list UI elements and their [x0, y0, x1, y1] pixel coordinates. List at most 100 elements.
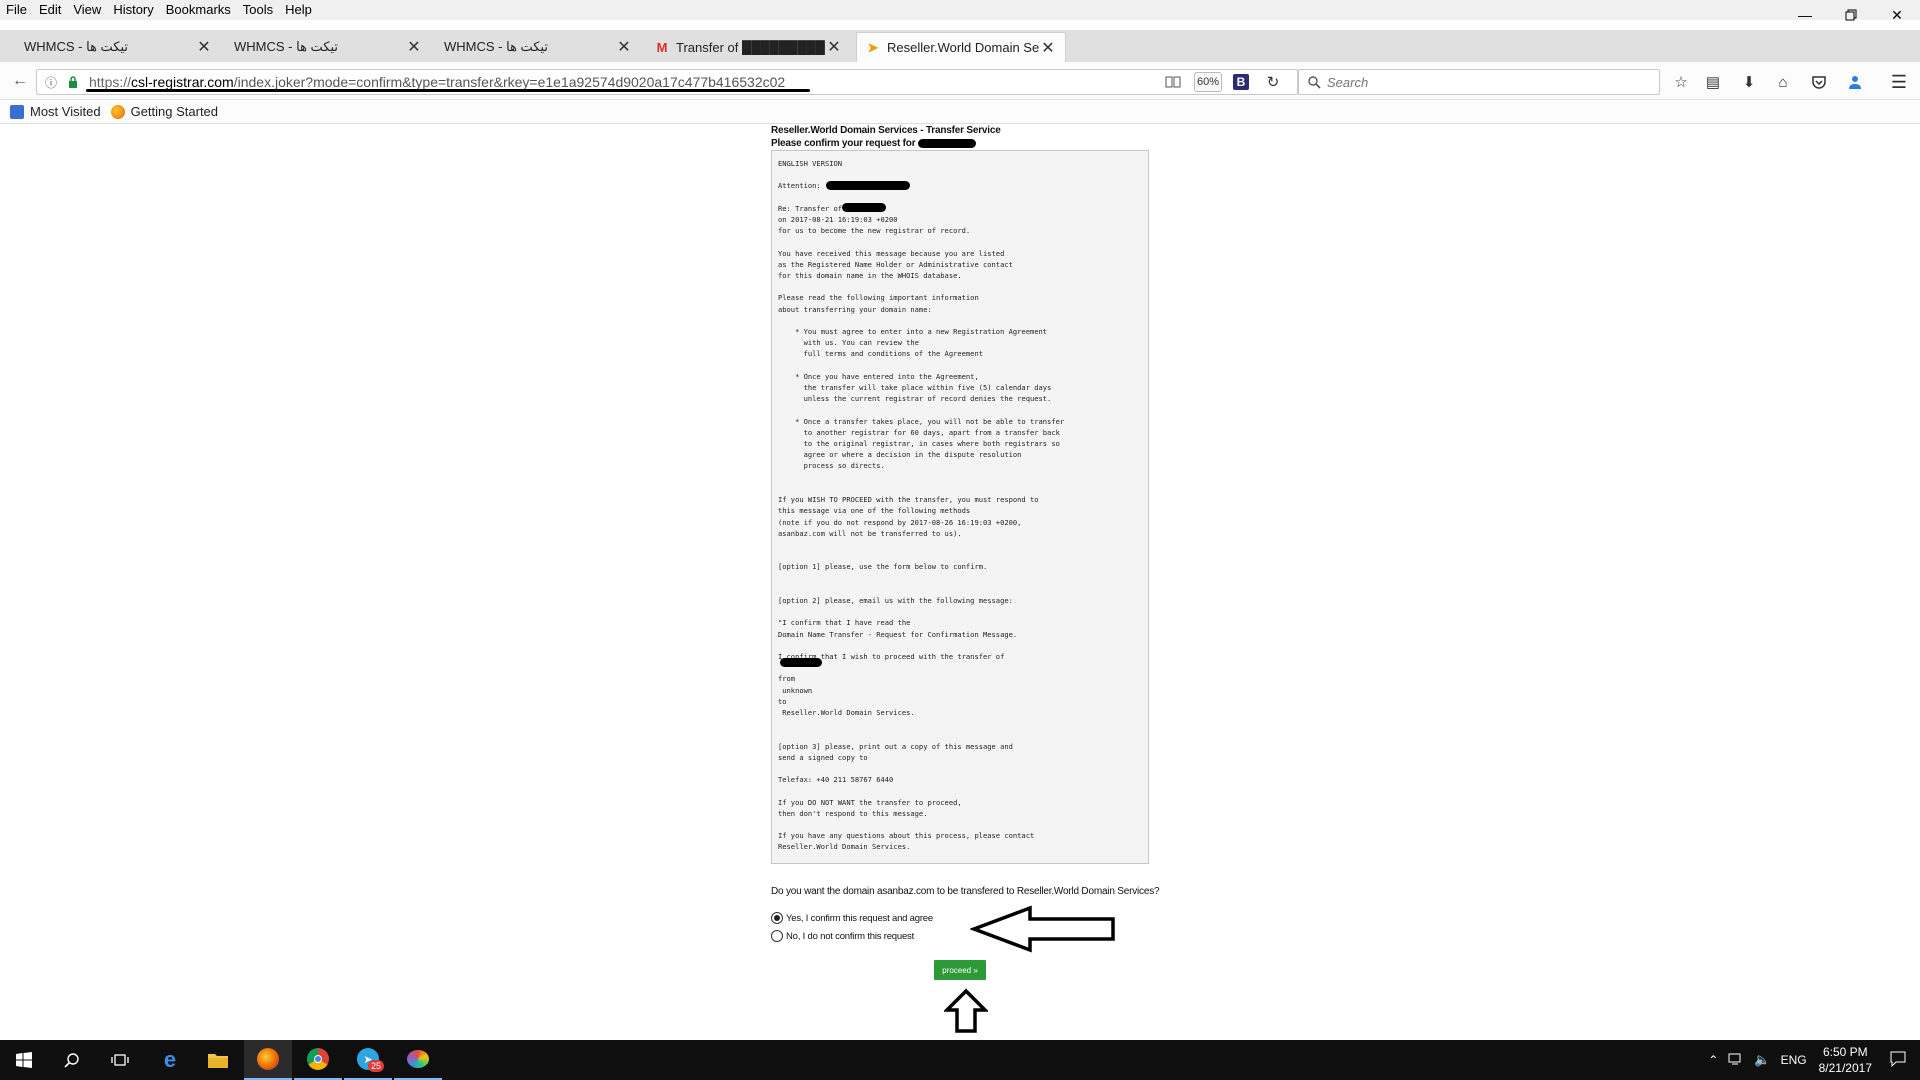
subtitle-text: Please confirm your request for: [771, 138, 916, 149]
close-icon[interactable]: ✕: [1039, 38, 1057, 58]
close-icon[interactable]: ✕: [405, 37, 423, 57]
menu-edit[interactable]: Edit: [33, 0, 67, 20]
bookmarks-menu-icon[interactable]: ▤: [1700, 69, 1726, 95]
tab-label: WHMCS - تیکت ها: [444, 39, 549, 54]
back-icon[interactable]: ←: [8, 69, 32, 93]
close-icon[interactable]: ✕: [825, 37, 843, 57]
menu-bookmarks[interactable]: Bookmarks: [160, 0, 237, 20]
bookmark-b-icon[interactable]: B: [1228, 69, 1254, 95]
search-icon: [1305, 73, 1323, 91]
task-view-icon[interactable]: [96, 1040, 144, 1080]
up-arrow-annotation: [944, 988, 988, 1033]
radio-no-button[interactable]: [771, 930, 783, 942]
tab-label: WHMCS - تیکت ها: [234, 39, 339, 54]
clock-time: 6:50 PM: [1822, 1045, 1868, 1059]
page-subtitle: Please confirm your request for: [771, 137, 1149, 150]
search-input[interactable]: [1327, 74, 1647, 90]
network-icon[interactable]: [1728, 1052, 1744, 1069]
radio-no-label: No, I do not confirm this request: [786, 930, 915, 942]
minimize-icon[interactable]: —: [1782, 0, 1828, 30]
bookmark-most-visited[interactable]: Most Visited: [10, 104, 101, 119]
tab-gmail-transfer[interactable]: M Transfer of ██████████m req ✕: [646, 32, 851, 62]
url-scheme: https://: [89, 74, 132, 90]
edge-icon[interactable]: e: [146, 1040, 194, 1080]
bookmark-star-icon[interactable]: ☆: [1668, 69, 1694, 95]
redacted-domain: [918, 138, 976, 148]
tab-whmcs-1[interactable]: WHMCS - تیکت ها ✕: [16, 32, 221, 62]
transfer-message-box: ENGLISH VERSION Attention: Re: Transfer …: [771, 150, 1149, 864]
notifications-icon[interactable]: [1890, 1051, 1906, 1070]
page-title: Reseller.World Domain Services - Transfe…: [771, 125, 1001, 136]
firefox-taskbar-icon[interactable]: [244, 1040, 292, 1080]
radio-yes-button[interactable]: [771, 912, 783, 924]
search-icon[interactable]: [48, 1040, 96, 1080]
restore-icon[interactable]: [1828, 0, 1874, 30]
menu-history[interactable]: History: [107, 0, 159, 20]
firefox-icon: [110, 104, 125, 119]
gmail-icon: M: [656, 39, 668, 55]
radio-yes-label: Yes, I confirm this request and agree: [786, 912, 933, 924]
tab-label: WHMCS - تیکت ها: [24, 39, 129, 54]
pocket-icon[interactable]: [1806, 69, 1832, 95]
bookmark-label: Getting Started: [130, 104, 219, 119]
most-visited-icon: [10, 104, 24, 119]
lock-icon: [65, 74, 81, 90]
tab-label: Reseller.World Domain Servi: [887, 40, 1039, 55]
telegram-icon[interactable]: ➤ 25: [344, 1040, 392, 1080]
close-icon[interactable]: ✕: [195, 37, 213, 57]
page-content: Reseller.World Domain Services - Transfe…: [0, 124, 1920, 1040]
search-box[interactable]: [1298, 69, 1660, 95]
menu-tools[interactable]: Tools: [237, 0, 279, 20]
download-icon[interactable]: ⬇: [1736, 69, 1762, 95]
tab-bar: WHMCS - تیکت ها ✕ WHMCS - تیکت ها ✕ WHMC…: [0, 30, 1920, 62]
volume-icon[interactable]: 🔈: [1754, 1052, 1770, 1068]
tab-reseller-world[interactable]: ➤ Reseller.World Domain Servi ✕: [856, 32, 1066, 62]
redacted-attention: [826, 181, 910, 190]
bookmark-label: Most Visited: [30, 104, 101, 119]
menu-help[interactable]: Help: [279, 0, 318, 20]
url-text: https://csl-registrar.com/index.joker?mo…: [89, 74, 785, 90]
home-icon[interactable]: ⌂: [1770, 69, 1796, 95]
tab-whmcs-3[interactable]: WHMCS - تیکت ها ✕: [436, 32, 641, 62]
reload-icon[interactable]: ↻: [1260, 69, 1286, 95]
window-controls: — ✕: [1782, 0, 1920, 30]
left-arrow-annotation: [970, 905, 1115, 953]
language-indicator[interactable]: ENG: [1781, 1053, 1807, 1067]
tab-whmcs-2[interactable]: WHMCS - تیکت ها ✕: [226, 32, 431, 62]
bookmarks-bar: Most Visited Getting Started: [0, 100, 1920, 124]
url-path: /index.joker?mode=confirm&type=transfer&…: [233, 74, 786, 90]
close-window-icon[interactable]: ✕: [1874, 0, 1920, 30]
clock[interactable]: 6:50 PM 8/21/2017: [1819, 1044, 1872, 1076]
reader-view-icon[interactable]: [1160, 69, 1186, 95]
telegram-badge: 25: [367, 1060, 384, 1072]
chevron-up-icon[interactable]: ⌃: [1708, 1053, 1718, 1067]
url-underline-annotation: [86, 89, 810, 92]
account-icon[interactable]: [1842, 69, 1868, 95]
tab-label: Transfer of ██████████m req: [676, 39, 825, 55]
radio-no[interactable]: No, I do not confirm this request: [771, 930, 914, 942]
chrome-icon[interactable]: [294, 1040, 342, 1080]
close-icon[interactable]: ✕: [615, 37, 633, 57]
system-tray: ⌃ 🔈 ENG 6:50 PM 8/21/2017: [1708, 1040, 1920, 1080]
taskbar: e ➤ 25 ⌃ 🔈 ENG 6:50 PM 8/21/2017: [0, 1040, 1920, 1080]
menu-view[interactable]: View: [67, 0, 107, 20]
redacted-domain-confirm: [780, 658, 822, 667]
menu-bar: File Edit View History Bookmarks Tools H…: [0, 0, 1920, 20]
joker-icon: ➤: [867, 39, 879, 55]
transfer-message-text: ENGLISH VERSION Attention: Re: Transfer …: [778, 159, 1065, 852]
radio-yes[interactable]: Yes, I confirm this request and agree: [771, 912, 933, 924]
file-explorer-icon[interactable]: [194, 1040, 242, 1080]
browser-window: File Edit View History Bookmarks Tools H…: [0, 0, 1920, 1080]
navigation-bar: ← ⓘ https://csl-registrar.com/index.joke…: [0, 62, 1920, 100]
menu-file[interactable]: File: [0, 0, 33, 20]
clock-date: 8/21/2017: [1818, 1061, 1872, 1075]
bookmark-getting-started[interactable]: Getting Started: [110, 104, 219, 119]
zoom-level[interactable]: 60%: [1194, 72, 1222, 92]
info-icon[interactable]: ⓘ: [43, 74, 59, 90]
url-host: csl-registrar.com: [131, 74, 234, 90]
windows-start-icon[interactable]: [0, 1040, 48, 1080]
confirm-question: Do you want the domain asanbaz.com to be…: [771, 886, 1160, 897]
paint-app-icon[interactable]: [394, 1040, 442, 1080]
proceed-button[interactable]: proceed »: [934, 960, 986, 980]
hamburger-menu-icon[interactable]: ☰: [1886, 69, 1912, 95]
